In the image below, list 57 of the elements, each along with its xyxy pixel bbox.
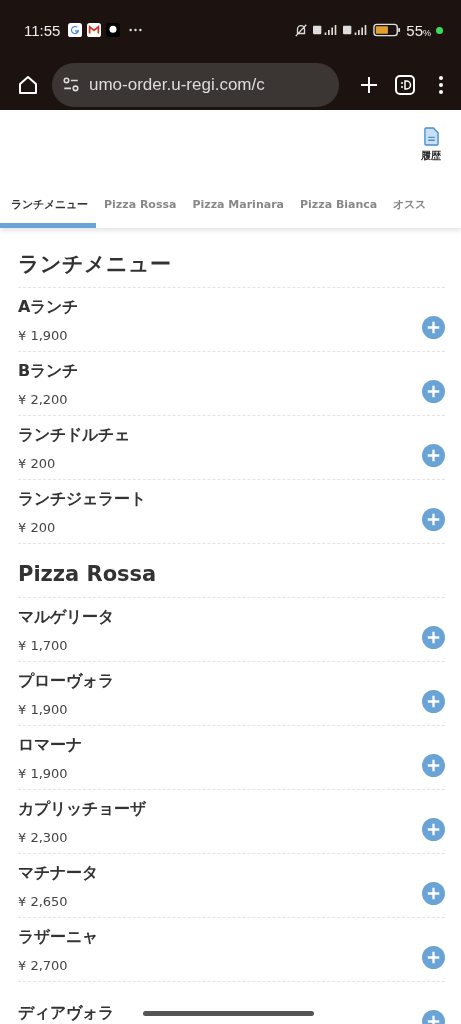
item-name: ディアヴォラ [18, 1003, 114, 1024]
status-time: 11:55 [24, 21, 61, 39]
add-icon[interactable] [422, 754, 445, 777]
signal-icon [343, 24, 369, 36]
item-name: Aランチ [18, 296, 79, 318]
item-price: ¥ 2,300 [18, 829, 68, 845]
history-button[interactable]: 履歴 [421, 127, 441, 163]
item-price: ¥ 1,900 [18, 701, 68, 717]
category-tab[interactable]: Pizza Bianca [292, 180, 386, 228]
google-app-icon [68, 23, 83, 37]
category-tab[interactable]: Pizza Rossa [96, 180, 185, 228]
item-price: ¥ 200 [18, 519, 56, 535]
document-icon [423, 127, 439, 146]
site-settings-icon[interactable] [62, 76, 80, 94]
item-name: ロマーナ [18, 734, 82, 756]
item-price: ¥ 1,700 [18, 637, 68, 653]
add-icon[interactable] [422, 444, 445, 467]
tab-switcher-icon[interactable] [393, 73, 417, 97]
category-tab[interactable]: オスス [385, 180, 435, 228]
signal-icon [313, 24, 339, 36]
item-name: マチナータ [18, 862, 98, 884]
mail-app-icon [87, 23, 102, 37]
home-icon[interactable] [16, 73, 40, 97]
add-icon[interactable] [422, 316, 445, 339]
item-name: Bランチ [18, 360, 79, 382]
section-title: ランチメニュー [18, 238, 445, 288]
address-bar[interactable]: umo-order.u-regi.com/c [52, 63, 339, 107]
add-icon[interactable] [422, 626, 445, 649]
add-icon[interactable] [422, 946, 445, 969]
status-dot-icon [436, 26, 443, 34]
item-price: ¥ 1,900 [18, 765, 68, 781]
category-tab[interactable]: ランチメニュー [0, 180, 96, 228]
item-price: ¥ 2,700 [18, 957, 68, 973]
add-icon[interactable] [422, 882, 445, 905]
add-icon[interactable] [422, 508, 445, 531]
battery-percentage: 55% [406, 21, 431, 39]
item-name: ラザーニャ [18, 926, 98, 948]
item-price: ¥ 2,650 [18, 893, 68, 909]
add-icon[interactable] [422, 690, 445, 713]
item-name: プローヴォラ [18, 670, 114, 692]
add-icon[interactable] [422, 818, 445, 841]
battery-icon [373, 23, 402, 37]
gesture-handle[interactable] [143, 1011, 314, 1016]
item-price: ¥ 1,900 [18, 327, 68, 343]
muted-bell-icon [294, 23, 309, 37]
section-title: Pizza Rossa [18, 548, 445, 598]
item-price: ¥ 200 [18, 455, 56, 471]
category-tab[interactable]: Pizza Marinara [184, 180, 292, 228]
item-name: ランチドルチェ [18, 424, 130, 446]
item-price: ¥ 2,200 [18, 391, 68, 407]
item-name: カプリッチョーザ [18, 798, 146, 820]
add-icon[interactable] [422, 380, 445, 403]
url-text: umo-order.u-regi.com/c [89, 75, 265, 95]
more-notifications-icon [129, 28, 143, 32]
app-icon [106, 23, 121, 37]
item-name: ランチジェラート [18, 488, 146, 510]
item-name: マルゲリータ [18, 606, 114, 628]
